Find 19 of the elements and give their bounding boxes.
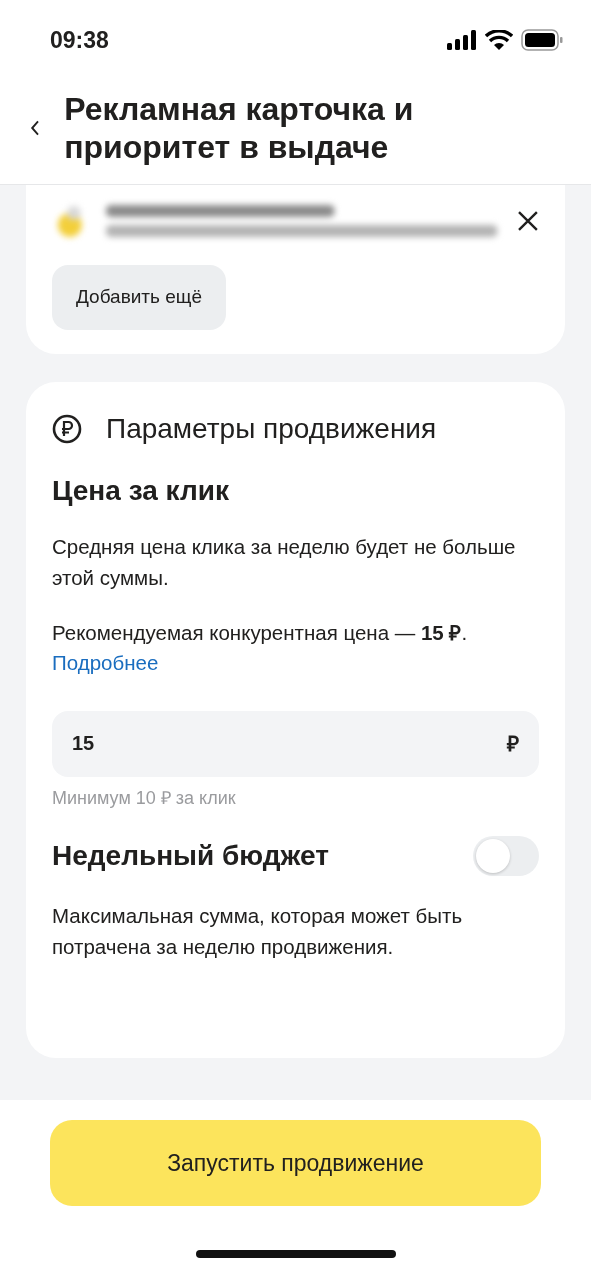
battery-icon [521, 29, 563, 51]
section-title: Параметры продвижения [106, 411, 437, 446]
price-description: Средняя цена клика за неделю будет не больше этой суммы. [52, 534, 517, 592]
budget-heading: Недельный бюджет [52, 839, 329, 873]
add-more-button[interactable]: Добавить ещё [52, 265, 226, 330]
price-heading: Цена за клик [52, 473, 230, 508]
wifi-icon [485, 30, 513, 50]
budget-toggle[interactable] [473, 835, 539, 876]
recommendation-text: Рекомендуемая конкурентная цена — 15 ₽. [52, 620, 469, 647]
budget-description: Максимальная сумма, которая может быть потрачена за неделю продвижения. [52, 902, 464, 960]
page-title: Рекламная карточка и приоритет в выдаче [64, 90, 415, 166]
price-hint: Минимум 10 ₽ за клик [52, 786, 237, 810]
launch-button[interactable]: Запустить продвижение [50, 1120, 541, 1206]
ruble-icon [52, 413, 82, 444]
currency-sign: ₽ [507, 731, 519, 758]
signal-icon [447, 30, 477, 50]
more-link[interactable]: Подробнее [52, 648, 159, 679]
status-time: 09:38 [50, 25, 109, 55]
close-icon[interactable] [517, 210, 539, 232]
